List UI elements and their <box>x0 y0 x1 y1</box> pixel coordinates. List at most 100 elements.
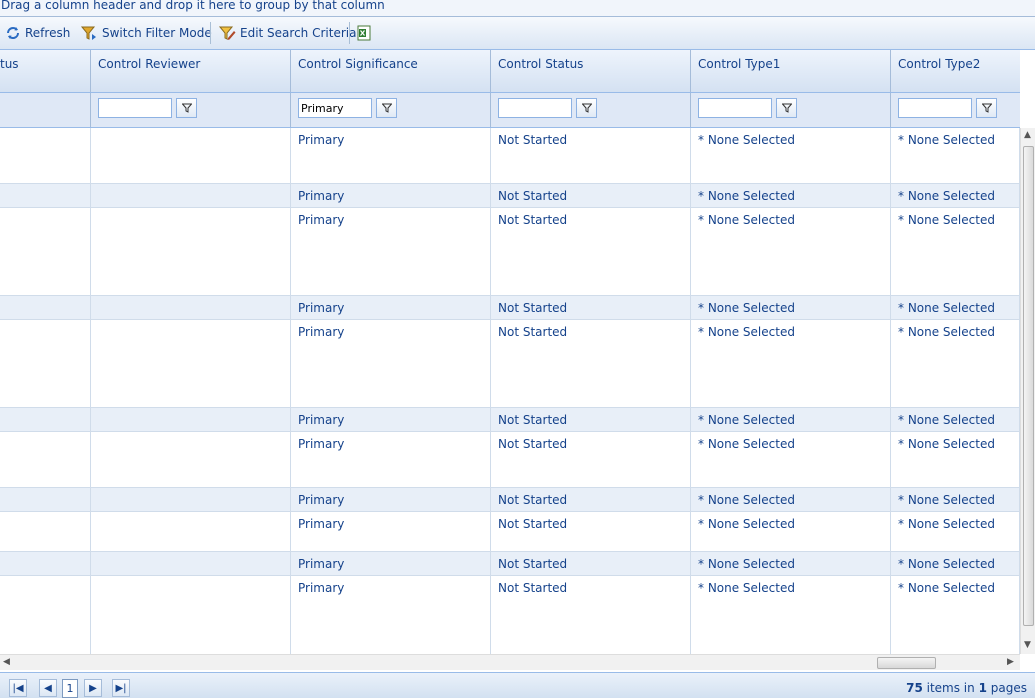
first-page-icon: |◀ <box>12 682 24 694</box>
column-header-control-status[interactable]: Control Status <box>491 50 691 92</box>
vertical-scrollbar[interactable]: ▲ ▼ <box>1020 128 1035 654</box>
cell-status <box>0 184 91 207</box>
cell-control-reviewer <box>91 576 291 654</box>
control-significance-filter-input[interactable] <box>298 98 372 118</box>
control-significance-filter-button[interactable] <box>376 98 397 118</box>
table-row[interactable]: Primary Not Started * None Selected * None … <box>0 320 1020 408</box>
grid-body: Primary Not Started * None Selected * None … <box>0 128 1020 654</box>
cell-control-status: Not Started <box>491 184 691 207</box>
scroll-right-arrow-icon[interactable]: ▶ <box>1007 657 1014 667</box>
cell-control-status: Not Started <box>491 512 691 551</box>
previous-page-icon: ◀ <box>44 682 52 694</box>
first-page-button[interactable]: |◀ <box>9 679 27 697</box>
cell-control-type2: * None Selected <box>891 576 1020 654</box>
cell-control-type2: * None Selected <box>891 296 1020 319</box>
cell-status <box>0 296 91 319</box>
cell-control-reviewer <box>91 320 291 407</box>
filter-cell-control-reviewer <box>91 93 291 127</box>
cell-control-status: Not Started <box>491 576 691 654</box>
table-row[interactable]: Primary Not Started * None Selected * None … <box>0 184 1020 208</box>
switch-filter-mode-label: Switch Filter Mode <box>102 26 212 40</box>
horizontal-scroll-thumb[interactable] <box>877 657 936 669</box>
table-row[interactable]: Primary Not Started * None Selected * None … <box>0 432 1020 488</box>
cell-status <box>0 576 91 654</box>
cell-control-status: Not Started <box>491 432 691 487</box>
cell-status <box>0 408 91 431</box>
table-row[interactable]: Primary Not Started * None Selected * None … <box>0 296 1020 320</box>
control-status-filter-button[interactable] <box>576 98 597 118</box>
cell-control-status: Not Started <box>491 552 691 575</box>
cell-control-type1: * None Selected <box>691 208 891 295</box>
cell-status <box>0 512 91 551</box>
control-type2-filter-input[interactable] <box>898 98 972 118</box>
cell-control-type1: * None Selected <box>691 296 891 319</box>
column-header-control-significance[interactable]: Control Significance <box>291 50 491 92</box>
cell-control-type2: * None Selected <box>891 408 1020 431</box>
control-type2-filter-button[interactable] <box>976 98 997 118</box>
column-header-control-reviewer[interactable]: Control Reviewer <box>91 50 291 92</box>
page-count: 1 <box>978 681 987 695</box>
table-row[interactable]: Primary Not Started * None Selected * None … <box>0 408 1020 432</box>
cell-control-type2: * None Selected <box>891 488 1020 511</box>
items-text: items in <box>926 681 975 695</box>
control-reviewer-filter-button[interactable] <box>176 98 197 118</box>
filter-cell-control-type1 <box>691 93 891 127</box>
table-row[interactable]: Primary Not Started * None Selected * None … <box>0 208 1020 296</box>
column-header-status[interactable]: tus <box>0 50 91 92</box>
cell-control-significance: Primary <box>291 128 491 183</box>
horizontal-scrollbar[interactable]: ◀ ▶ <box>0 654 1020 670</box>
switch-filter-mode-button[interactable]: Switch Filter Mode <box>80 17 212 49</box>
cell-control-type2: * None Selected <box>891 512 1020 551</box>
table-row[interactable]: Primary Not Started * None Selected * None … <box>0 576 1020 654</box>
grid-header-row: tus Control Reviewer Control Significanc… <box>0 50 1020 93</box>
cell-control-type2: * None Selected <box>891 432 1020 487</box>
cell-control-reviewer <box>91 184 291 207</box>
items-count: 75 <box>906 681 923 695</box>
export-excel-button[interactable] <box>356 17 376 49</box>
filter-switch-icon <box>80 26 96 40</box>
control-type1-filter-input[interactable] <box>698 98 772 118</box>
table-row[interactable]: Primary Not Started * None Selected * None … <box>0 128 1020 184</box>
last-page-button[interactable]: ▶| <box>112 679 130 697</box>
filter-icon <box>381 103 392 113</box>
edit-search-criteria-button[interactable]: Edit Search Criteria <box>218 17 356 49</box>
group-by-panel[interactable]: Drag a column header and drop it here to… <box>0 0 1035 17</box>
table-row[interactable]: Primary Not Started * None Selected * None … <box>0 488 1020 512</box>
table-row[interactable]: Primary Not Started * None Selected * None … <box>0 552 1020 576</box>
current-page-number[interactable]: 1 <box>62 679 78 698</box>
column-header-control-type1[interactable]: Control Type1 <box>691 50 891 92</box>
cell-status <box>0 432 91 487</box>
control-status-filter-input[interactable] <box>498 98 572 118</box>
cell-control-reviewer <box>91 296 291 319</box>
cell-control-reviewer <box>91 432 291 487</box>
scroll-down-arrow-icon[interactable]: ▼ <box>1024 640 1031 650</box>
cell-control-reviewer <box>91 488 291 511</box>
column-header-control-type2[interactable]: Control Type2 <box>891 50 1020 92</box>
cell-control-type2: * None Selected <box>891 320 1020 407</box>
cell-control-type1: * None Selected <box>691 576 891 654</box>
cell-control-reviewer <box>91 552 291 575</box>
pager: |◀ ◀ 1 ▶ ▶| 75 items in 1 pages <box>0 672 1035 698</box>
cell-control-type1: * None Selected <box>691 128 891 183</box>
scroll-left-arrow-icon[interactable]: ◀ <box>3 657 10 667</box>
refresh-icon <box>7 27 19 39</box>
filter-icon <box>181 103 192 113</box>
last-page-icon: ▶| <box>115 682 127 694</box>
cell-status <box>0 128 91 183</box>
scroll-up-arrow-icon[interactable]: ▲ <box>1024 130 1031 140</box>
previous-page-button[interactable]: ◀ <box>39 679 57 697</box>
edit-filter-icon <box>218 26 236 40</box>
excel-export-icon <box>357 25 371 41</box>
next-page-button[interactable]: ▶ <box>84 679 102 697</box>
cell-control-type1: * None Selected <box>691 184 891 207</box>
table-row[interactable]: Primary Not Started * None Selected * None … <box>0 512 1020 552</box>
cell-control-status: Not Started <box>491 320 691 407</box>
control-type1-filter-button[interactable] <box>776 98 797 118</box>
filter-row <box>0 93 1020 128</box>
control-reviewer-filter-input[interactable] <box>98 98 172 118</box>
filter-cell-control-significance <box>291 93 491 127</box>
refresh-button[interactable]: Refresh <box>5 17 70 49</box>
cell-control-type2: * None Selected <box>891 208 1020 295</box>
vertical-scroll-thumb[interactable] <box>1023 146 1034 626</box>
filter-cell-control-type2 <box>891 93 1020 127</box>
